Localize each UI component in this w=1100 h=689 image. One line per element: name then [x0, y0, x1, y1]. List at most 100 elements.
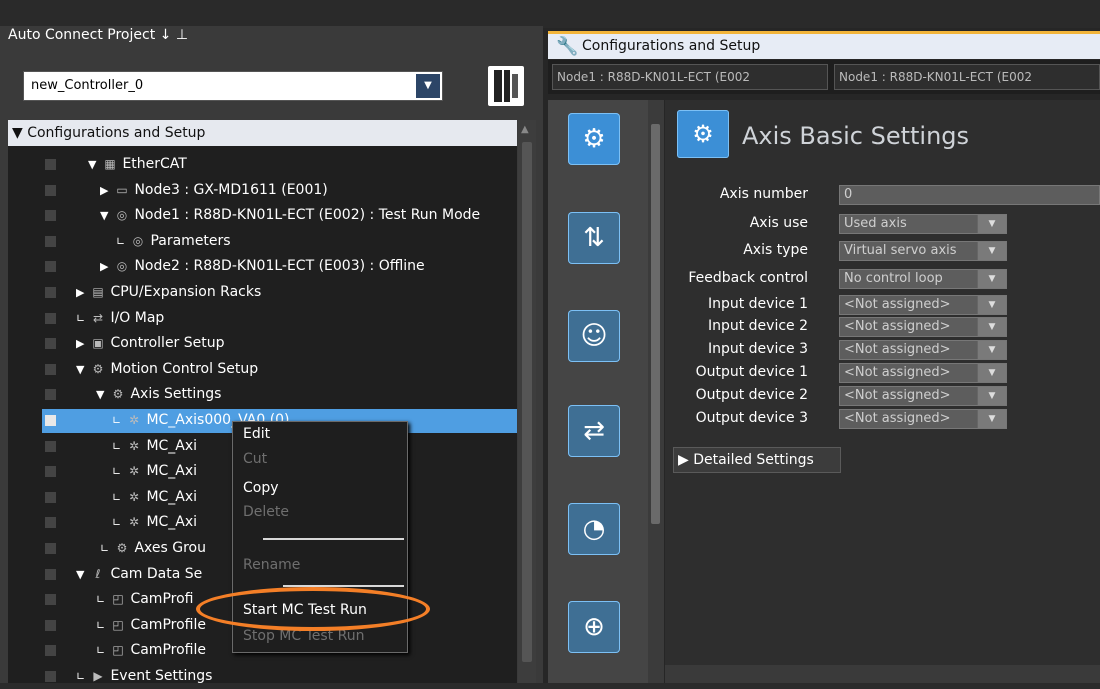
collapse-icon[interactable]: ▼: [96, 383, 110, 407]
menu-item-rename[interactable]: Rename: [243, 557, 300, 573]
tree-item[interactable]: ∟ ⚙ Axes Grou: [100, 536, 206, 560]
tab-node1-a[interactable]: Node1 : R88D-KN01L-ECT (E002: [552, 64, 828, 90]
tree-item[interactable]: ▼ ⚙ Axis Settings: [96, 382, 221, 406]
collapse-icon[interactable]: ▼: [76, 563, 90, 587]
field-select[interactable]: <Not assigned> ▼: [839, 340, 1007, 360]
chevron-down-icon[interactable]: ▼: [977, 296, 1006, 314]
field-select[interactable]: <Not assigned> ▼: [839, 295, 1007, 315]
field-select[interactable]: <Not assigned> ▼: [839, 386, 1007, 406]
tree-item[interactable]: ∟ ▶ Event Settings: [76, 664, 212, 688]
tree-item-label: MC_Axi: [142, 488, 198, 505]
tree-item-label: CamProfi: [126, 591, 194, 608]
tree-item[interactable]: ∟ ◰ CamProfile: [96, 638, 206, 662]
tree-marker: [45, 517, 56, 529]
chevron-down-icon[interactable]: ▼: [416, 74, 440, 98]
field-value: 0: [844, 187, 853, 202]
tree-item[interactable]: ∟ ✲ MC_Axi: [112, 510, 197, 534]
tree-item[interactable]: ▼ ▦ EtherCAT: [88, 152, 187, 176]
tree-marker: [45, 312, 56, 324]
field-select[interactable]: Used axis ▼: [839, 214, 1007, 234]
tree-item[interactable]: ▶ ▤ CPU/Expansion Racks: [76, 280, 261, 304]
collapse-icon[interactable]: ▼: [76, 358, 90, 382]
chevron-down-icon[interactable]: ▼: [977, 242, 1006, 260]
rack-icon: ▤: [92, 285, 104, 299]
tree-branch-icon[interactable]: ∟: [76, 307, 90, 331]
tree-branch-icon[interactable]: ∟: [112, 511, 126, 535]
tree-item[interactable]: ∟ ◎ Parameters: [116, 229, 231, 253]
tree-marker: [45, 235, 56, 247]
tree-item[interactable]: ∟ ◰ CamProfile: [96, 613, 206, 637]
tree-scrollbar[interactable]: ▲: [518, 120, 536, 683]
pin-icon[interactable]: ↓ ⊥: [160, 27, 188, 43]
chevron-down-icon[interactable]: ▼: [977, 215, 1006, 233]
axis-settings-icon[interactable]: ⚙: [568, 113, 620, 165]
field-label: Axis number: [719, 186, 808, 202]
tree-item-label: Node2 : R88D-KN01L-ECT (E003) : Offline: [130, 258, 425, 275]
tree-item[interactable]: ▼ ℓ Cam Data Se: [76, 562, 202, 586]
chevron-down-icon[interactable]: ▼: [977, 318, 1006, 336]
tree-marker: [45, 363, 56, 375]
tree-item[interactable]: ▶ ▣ Controller Setup: [76, 331, 225, 355]
tree-branch-icon[interactable]: ∟: [112, 460, 126, 484]
expand-icon[interactable]: ▶: [100, 179, 114, 203]
field-value: No control loop: [844, 271, 943, 286]
cam-icon: ℓ: [95, 566, 101, 581]
tree-item[interactable]: ∟ ✲ MC_Axi: [112, 485, 197, 509]
units-icon[interactable]: ⇅: [568, 212, 620, 264]
content-hscrollbar[interactable]: [665, 665, 1100, 683]
tree-root[interactable]: ▼ Configurations and Setup: [8, 120, 517, 146]
tree-branch-icon[interactable]: ∟: [96, 614, 110, 638]
tree-item[interactable]: ▼ ⚙ Motion Control Setup: [76, 357, 258, 381]
menu-item-delete[interactable]: Delete: [243, 504, 289, 520]
chevron-down-icon[interactable]: ▼: [977, 410, 1006, 428]
expand-icon[interactable]: ▶: [76, 281, 90, 305]
tree-item[interactable]: ∟ ✲ MC_Axi: [112, 434, 197, 458]
tree-item[interactable]: ▼ ◎ Node1 : R88D-KN01L-ECT (E002) : Test …: [100, 203, 480, 227]
field-select[interactable]: <Not assigned> ▼: [839, 363, 1007, 383]
field-label: Axis type: [743, 242, 808, 258]
menu-item-edit[interactable]: Edit: [243, 426, 270, 442]
io-swap-icon[interactable]: ⇄: [568, 405, 620, 457]
controller-icon[interactable]: [488, 66, 524, 106]
menu-item-copy[interactable]: Copy: [243, 480, 279, 496]
tree-branch-icon[interactable]: ∟: [112, 409, 126, 433]
expand-icon[interactable]: ▶: [76, 332, 90, 356]
tree-branch-icon[interactable]: ∟: [96, 588, 110, 612]
tree-branch-icon[interactable]: ∟: [96, 639, 110, 663]
tree-marker: [45, 184, 56, 196]
field-select[interactable]: <Not assigned> ▼: [839, 409, 1007, 429]
tab-node1-b[interactable]: Node1 : R88D-KN01L-ECT (E002: [834, 64, 1100, 90]
tree-item[interactable]: ▶ ▭ Node3 : GX-MD1611 (E001): [100, 178, 328, 202]
tree-item[interactable]: ∟ ◰ CamProfi: [96, 587, 193, 611]
axis-number-field[interactable]: 0: [839, 185, 1100, 205]
field-select[interactable]: No control loop ▼: [839, 269, 1007, 289]
expand-icon[interactable]: ▶: [100, 255, 114, 279]
tree-branch-icon[interactable]: ∟: [112, 435, 126, 459]
field-select[interactable]: Virtual servo axis ▼: [839, 241, 1007, 261]
operation-icon[interactable]: ☺: [568, 310, 620, 362]
menu-item-cut[interactable]: Cut: [243, 451, 267, 467]
field-label: Axis use: [749, 215, 808, 231]
chevron-down-icon[interactable]: ▼: [977, 364, 1006, 382]
gear-icon: ⚙: [112, 387, 124, 402]
tree-branch-icon[interactable]: ∟: [112, 486, 126, 510]
tree-branch-icon[interactable]: ∟: [116, 230, 130, 254]
position-icon[interactable]: ⊕: [568, 601, 620, 653]
chevron-down-icon[interactable]: ▼: [977, 387, 1006, 405]
collapse-icon[interactable]: ▼: [100, 204, 114, 228]
tree-branch-icon[interactable]: ∟: [100, 537, 114, 561]
tree-item[interactable]: ∟ ⇄ I/O Map: [76, 306, 164, 330]
collapse-icon[interactable]: ▼: [88, 153, 102, 177]
speed-gauge-icon[interactable]: ◔: [568, 503, 620, 555]
tree-item-label: Motion Control Setup: [106, 360, 259, 377]
chevron-down-icon[interactable]: ▼: [977, 270, 1006, 288]
tree-item[interactable]: ∟ ✲ MC_Axi: [112, 459, 197, 483]
tree-item[interactable]: ▶ ◎ Node2 : R88D-KN01L-ECT (E003) : Offli…: [100, 254, 425, 278]
detailed-settings-toggle[interactable]: ▶ Detailed Settings: [673, 447, 841, 473]
nav-scrollbar[interactable]: [648, 100, 664, 683]
tree-branch-icon[interactable]: ∟: [76, 665, 90, 689]
tree-marker: [45, 210, 56, 222]
chevron-down-icon[interactable]: ▼: [977, 341, 1006, 359]
field-select[interactable]: <Not assigned> ▼: [839, 317, 1007, 337]
controller-select[interactable]: new_Controller_0 ▼: [23, 71, 443, 101]
